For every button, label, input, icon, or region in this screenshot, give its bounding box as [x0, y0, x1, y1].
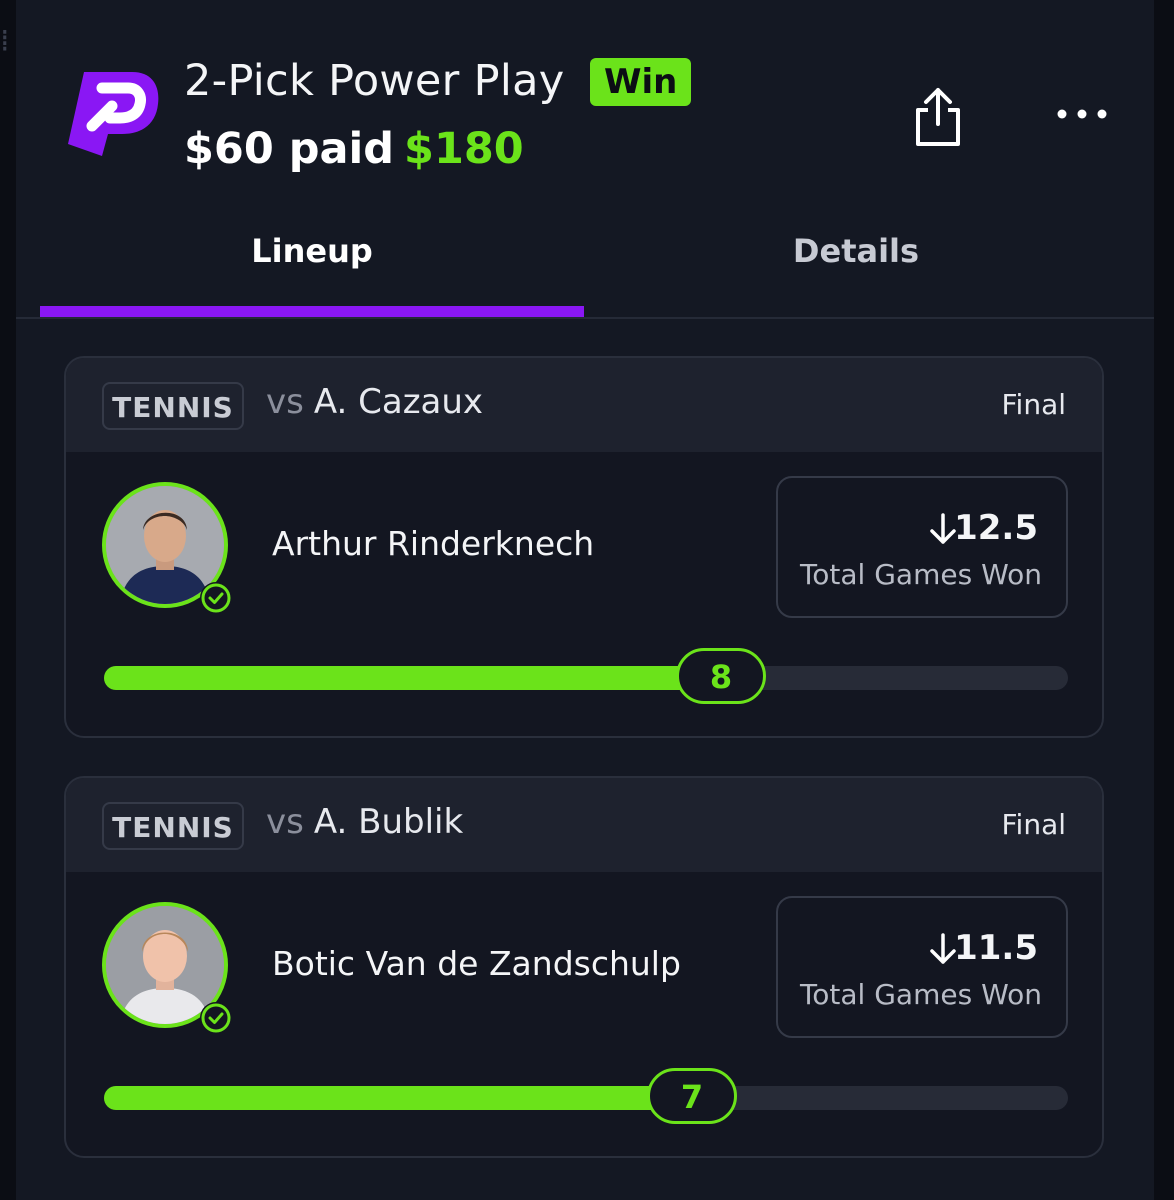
pick-card-header: TENNIS vs A. Cazaux Final [66, 358, 1102, 452]
tab-lineup[interactable]: Lineup [40, 226, 584, 286]
sport-chip: TENNIS [102, 802, 244, 850]
sport-chip: TENNIS [102, 382, 244, 430]
opponent-label: vs A. Cazaux [266, 382, 483, 422]
result-progress-bar: 7 [104, 1068, 1068, 1124]
actual-result-value: 7 [647, 1068, 738, 1124]
check-circle-icon [201, 1003, 231, 1033]
player-avatar-wrap [102, 482, 234, 614]
tab-details[interactable]: Details [584, 226, 1128, 286]
opponent-name: A. Cazaux [313, 382, 484, 422]
opponent-label: vs A. Bublik [266, 802, 463, 842]
prizepicks-logo-icon [68, 72, 159, 156]
win-badge: Win [590, 58, 692, 106]
pick-card[interactable]: TENNIS vs A. Bublik Final Botic Van de Za… [64, 776, 1104, 1158]
share-icon [916, 88, 960, 146]
background-edge-mark: ⁞ [0, 24, 10, 59]
active-tab-indicator [40, 306, 584, 317]
paid-amount: $60 paid [184, 124, 395, 174]
game-status: Final [1001, 808, 1066, 841]
projection-line: 11.5 [954, 928, 1038, 968]
player-avatar-wrap [102, 902, 234, 1034]
more-options-icon [1057, 109, 1107, 119]
projection-line: 12.5 [954, 508, 1038, 548]
won-amount: $180 [404, 124, 524, 174]
projection-stat: Total Games Won [799, 558, 1042, 591]
game-status: Final [1001, 388, 1066, 421]
more-options-button[interactable] [1052, 96, 1112, 132]
tab-divider [16, 317, 1154, 319]
payout-summary: $60 paid $180 [184, 124, 524, 174]
vs-label: vs [266, 382, 304, 422]
progress-fill [104, 666, 721, 690]
projection-box: 11.5 Total Games Won [776, 896, 1068, 1038]
opponent-name: A. Bublik [313, 802, 464, 842]
pick-card-header: TENNIS vs A. Bublik Final [66, 778, 1102, 872]
check-circle-icon [201, 583, 231, 613]
vs-label: vs [266, 802, 304, 842]
hit-check-badge [200, 1002, 232, 1034]
player-name: Arthur Rinderknech [272, 524, 595, 563]
share-button[interactable] [908, 84, 968, 148]
hit-check-badge [200, 582, 232, 614]
player-name: Botic Van de Zandschulp [272, 944, 681, 983]
play-title: 2-Pick Power Play [184, 56, 565, 106]
pick-card[interactable]: TENNIS vs A. Cazaux Final Arthur Rinderkn… [64, 356, 1104, 738]
actual-result-value: 8 [675, 648, 766, 704]
projection-stat: Total Games Won [799, 978, 1042, 1011]
result-progress-bar: 8 [104, 648, 1068, 704]
projection-box: 12.5 Total Games Won [776, 476, 1068, 618]
progress-fill [104, 1086, 693, 1110]
